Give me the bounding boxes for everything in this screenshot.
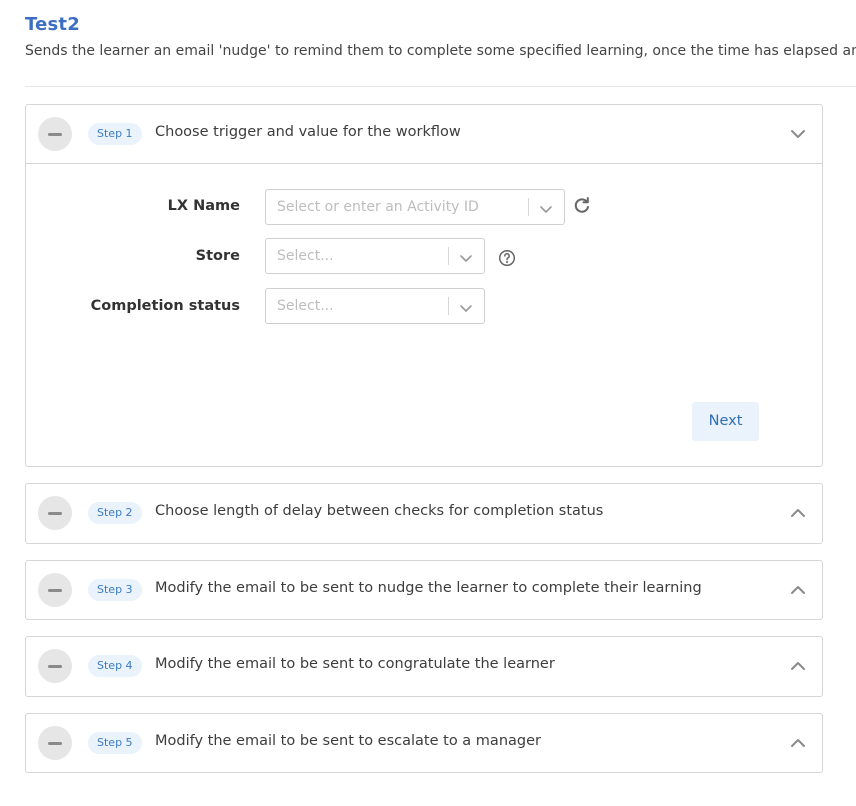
minus-icon[interactable] [38, 573, 72, 607]
minus-icon[interactable] [38, 726, 72, 760]
minus-icon[interactable] [38, 117, 72, 151]
step-3-panel: Step 3 Modify the email to be sent to nu… [25, 560, 823, 620]
step-2-panel: Step 2 Choose length of delay between ch… [25, 483, 823, 544]
page-title: Test2 [25, 14, 80, 35]
step-title: Modify the email to be sent to nudge the… [155, 580, 702, 596]
store-select[interactable]: Select... [265, 238, 485, 274]
lx-name-placeholder: Select or enter an Activity ID [277, 199, 479, 215]
chevron-up-icon[interactable] [790, 658, 806, 674]
lx-name-label: LX Name [167, 198, 240, 214]
minus-icon[interactable] [38, 496, 72, 530]
next-button[interactable]: Next [692, 402, 759, 441]
chevron-up-icon[interactable] [790, 735, 806, 751]
step-5-header[interactable]: Step 5 Modify the email to be sent to es… [26, 714, 822, 772]
step-title: Modify the email to be sent to escalate … [155, 733, 541, 749]
chevron-up-icon[interactable] [790, 505, 806, 521]
step-1-body: LX Name Select or enter an Activity ID S… [26, 163, 822, 466]
step-5-panel: Step 5 Modify the email to be sent to es… [25, 713, 823, 773]
minus-icon[interactable] [38, 649, 72, 683]
step-4-header[interactable]: Step 4 Modify the email to be sent to co… [26, 637, 822, 695]
step-badge: Step 1 [88, 123, 142, 145]
page-description: Sends the learner an email 'nudge' to re… [25, 43, 856, 59]
completion-status-label: Completion status [90, 298, 240, 314]
completion-status-select[interactable]: Select... [265, 288, 485, 324]
step-3-header[interactable]: Step 3 Modify the email to be sent to nu… [26, 561, 822, 619]
select-separator [448, 247, 449, 265]
step-badge: Step 4 [88, 655, 142, 677]
step-1-panel: Step 1 Choose trigger and value for the … [25, 104, 823, 467]
step-title: Choose trigger and value for the workflo… [155, 124, 461, 140]
step-1-header[interactable]: Step 1 Choose trigger and value for the … [26, 105, 822, 163]
help-icon[interactable] [498, 249, 516, 267]
step-badge: Step 3 [88, 579, 142, 601]
select-separator [448, 297, 449, 315]
refresh-icon[interactable] [572, 196, 592, 216]
chevron-down-icon[interactable] [539, 201, 553, 215]
step-badge: Step 2 [88, 502, 142, 524]
step-4-panel: Step 4 Modify the email to be sent to co… [25, 636, 823, 697]
select-separator [528, 198, 529, 216]
step-title: Choose length of delay between checks fo… [155, 503, 604, 519]
completion-status-placeholder: Select... [277, 298, 334, 314]
step-2-header[interactable]: Step 2 Choose length of delay between ch… [26, 484, 822, 542]
chevron-down-icon[interactable] [790, 126, 806, 142]
store-placeholder: Select... [277, 248, 334, 264]
chevron-down-icon[interactable] [459, 300, 473, 314]
step-badge: Step 5 [88, 732, 142, 754]
chevron-up-icon[interactable] [790, 582, 806, 598]
chevron-down-icon[interactable] [459, 250, 473, 264]
step-title: Modify the email to be sent to congratul… [155, 656, 555, 672]
store-label: Store [195, 248, 240, 264]
divider [25, 86, 856, 87]
lx-name-select[interactable]: Select or enter an Activity ID [265, 189, 565, 225]
